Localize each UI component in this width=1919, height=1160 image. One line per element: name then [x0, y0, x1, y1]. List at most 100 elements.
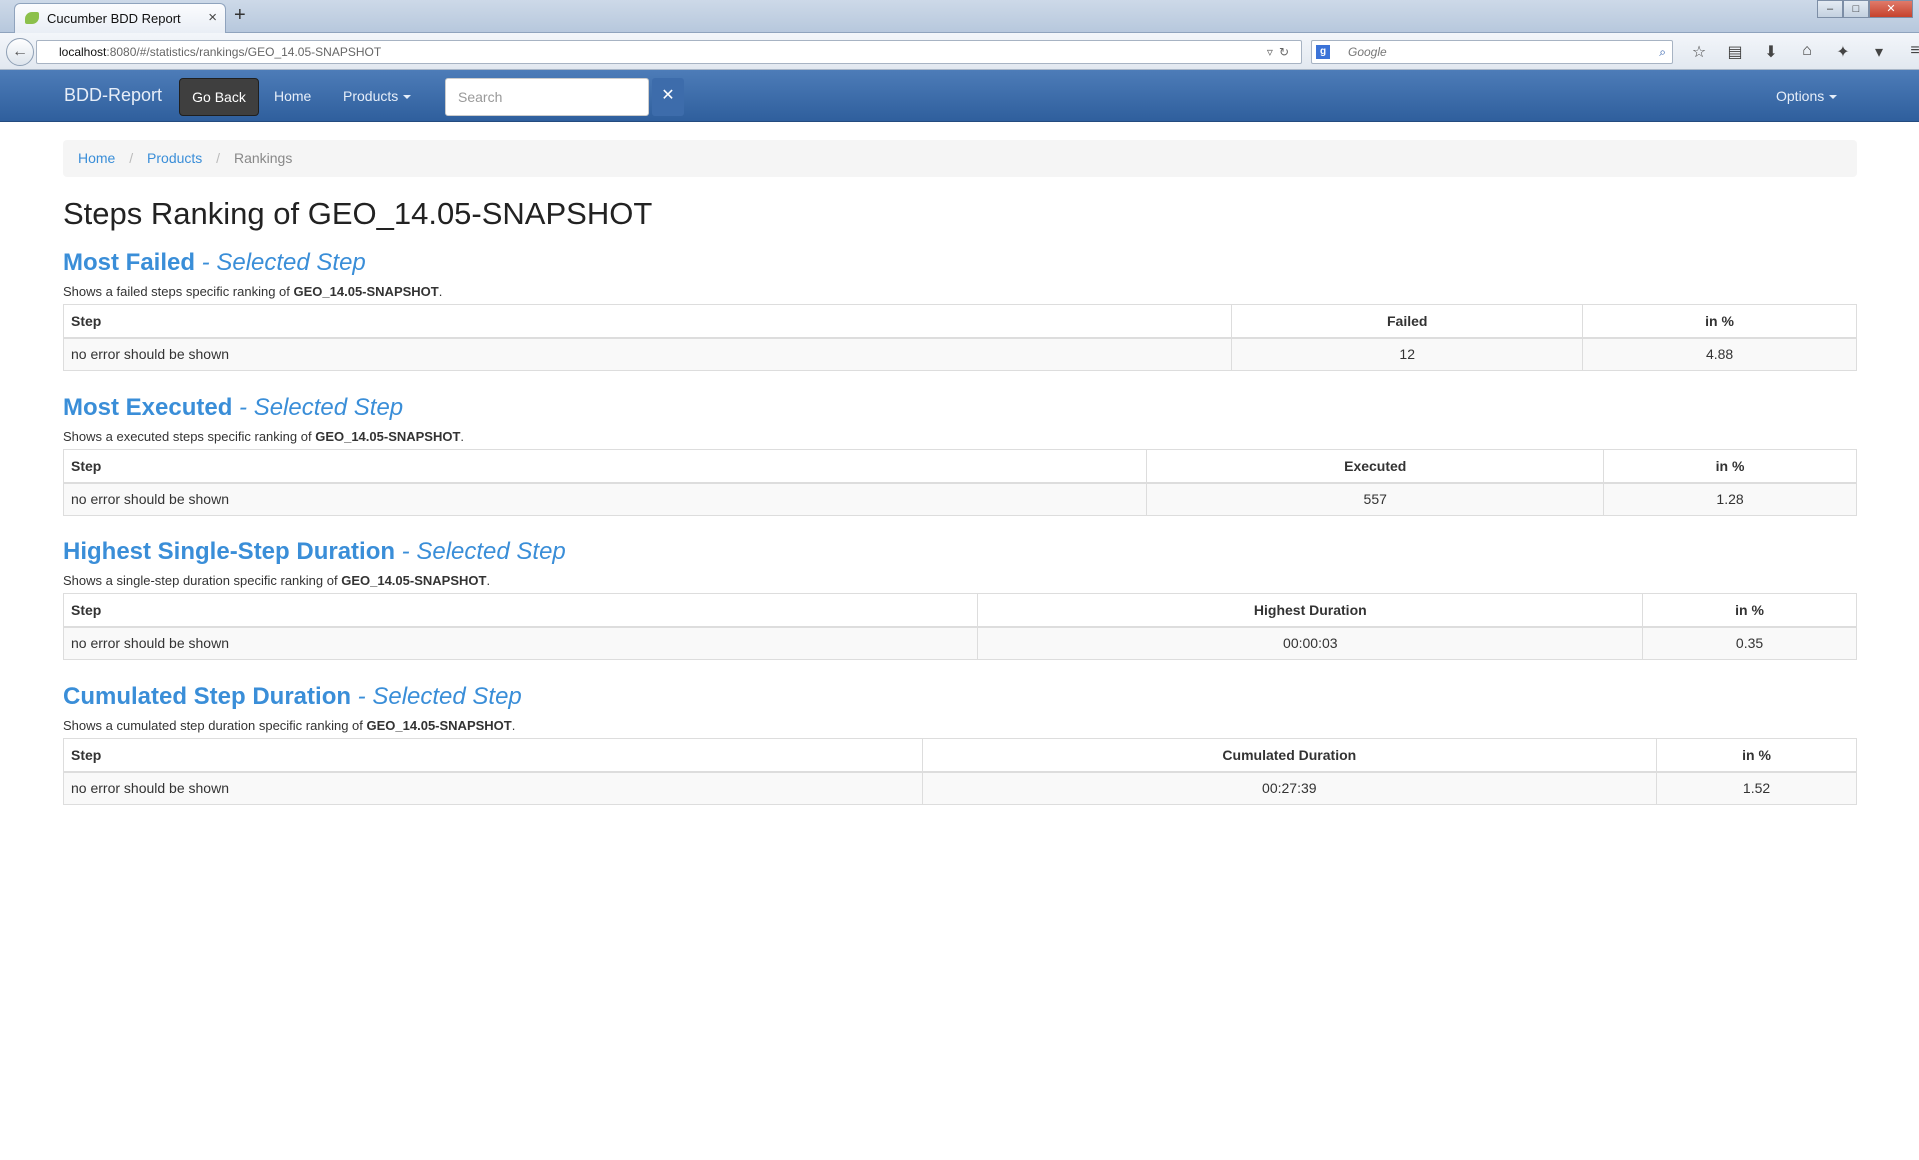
- table-header-row: Step Executed in %: [62, 449, 1857, 484]
- value-cell: 00:00:03: [977, 626, 1644, 660]
- column-header: in %: [1603, 449, 1857, 484]
- section-heading: Highest Single-Step Duration - Selected …: [63, 535, 1857, 569]
- url-host: localhost: [59, 45, 107, 59]
- breadcrumb-separator: /: [129, 150, 134, 166]
- browser-tab[interactable]: Cucumber BDD Report ×: [14, 3, 226, 33]
- desc-product: GEO_14.05-SNAPSHOT: [293, 284, 439, 299]
- search-engine-box[interactable]: g Google ⌕: [1311, 40, 1673, 64]
- ranking-table: Step Failed in % no error should be show…: [62, 304, 1857, 371]
- step-cell: no error should be shown: [63, 771, 923, 805]
- highest-single-step-duration-section: Highest Single-Step Duration - Selected …: [62, 535, 1857, 660]
- desc-product: GEO_14.05-SNAPSHOT: [341, 573, 487, 588]
- value-cell: 12: [1231, 337, 1584, 371]
- page-title: Steps Ranking of GEO_14.05-SNAPSHOT: [63, 196, 653, 231]
- back-arrow-icon[interactable]: ←: [6, 38, 34, 66]
- section-title: Highest Single-Step Duration: [63, 538, 396, 565]
- reload-icon[interactable]: ▿↻: [1267, 41, 1295, 63]
- maximize-icon[interactable]: □: [1843, 0, 1869, 18]
- section-subtitle: - Selected Step: [232, 394, 404, 421]
- breadcrumb-products[interactable]: Products: [147, 150, 202, 166]
- column-header: in %: [1582, 304, 1857, 339]
- step-cell: no error should be shown: [62, 337, 1233, 371]
- section-title: Most Executed: [63, 394, 233, 421]
- section-heading: Most Executed - Selected Step: [63, 391, 1857, 425]
- google-icon[interactable]: g: [1316, 45, 1330, 59]
- desc-product: GEO_14.05-SNAPSHOT: [366, 718, 512, 733]
- column-header: Step: [62, 449, 1148, 484]
- caret-down-icon: [403, 95, 412, 100]
- section-heading: Most Failed - Selected Step: [63, 246, 1857, 280]
- table-row[interactable]: no error should be shown 557 1.28: [62, 482, 1857, 516]
- dropdown-icon[interactable]: ▾: [1868, 42, 1890, 62]
- brand-link[interactable]: BDD-Report: [64, 85, 162, 106]
- minimize-icon[interactable]: –: [1817, 0, 1843, 18]
- column-header: Executed: [1146, 449, 1605, 484]
- most-executed-section: Most Executed - Selected Step Shows a ex…: [62, 391, 1857, 516]
- search-input[interactable]: [445, 78, 649, 116]
- browser-tabstrip: Cucumber BDD Report × + – □ ✕: [0, 0, 1919, 33]
- column-header: in %: [1642, 593, 1857, 628]
- url-path: :8080/#/statistics/rankings/GEO_14.05-SN…: [106, 45, 382, 59]
- desc-suffix: .: [486, 573, 491, 588]
- section-subtitle: - Selected Step: [195, 249, 366, 276]
- column-header: Step: [62, 593, 979, 628]
- desc-prefix: Shows a single-step duration specific ra…: [63, 573, 342, 588]
- ranking-table: Step Cumulated Duration in % no error sh…: [63, 738, 1857, 805]
- section-title: Most Failed: [63, 249, 196, 276]
- section-description: Shows a cumulated step duration specific…: [63, 716, 1857, 736]
- percent-cell: 0.35: [1642, 626, 1857, 660]
- section-subtitle: - Selected Step: [395, 538, 566, 565]
- value-cell: 00:27:39: [921, 771, 1658, 805]
- column-header: in %: [1656, 738, 1857, 773]
- menu-icon[interactable]: ≡: [1904, 42, 1919, 62]
- clear-search-icon[interactable]: ✕: [652, 78, 684, 116]
- options-label: Options: [1776, 88, 1825, 104]
- section-subtitle: - Selected Step: [351, 683, 522, 710]
- desc-product: GEO_14.05-SNAPSHOT: [315, 429, 461, 444]
- step-cell: no error should be shown: [62, 626, 979, 660]
- column-header: Step: [62, 304, 1233, 339]
- window-close-icon[interactable]: ✕: [1869, 0, 1913, 18]
- cucumber-favicon-icon: [25, 12, 39, 24]
- cumulated-step-duration-section: Cumulated Step Duration - Selected Step …: [63, 680, 1857, 805]
- toolbar-icons: ☆ ▤ ⬇ ⌂ ✦ ▾ ≡: [1688, 42, 1919, 62]
- desc-prefix: Shows a failed steps specific ranking of: [63, 284, 294, 299]
- column-header: Highest Duration: [977, 593, 1644, 628]
- most-failed-section: Most Failed - Selected Step Shows a fail…: [62, 246, 1857, 371]
- new-tab-icon[interactable]: +: [234, 4, 246, 27]
- table-row[interactable]: no error should be shown 12 4.88: [62, 337, 1857, 371]
- breadcrumb-current: Rankings: [233, 150, 293, 166]
- section-title: Cumulated Step Duration: [63, 683, 352, 710]
- home-icon[interactable]: ⌂: [1796, 42, 1818, 62]
- nav-products-dropdown[interactable]: Products: [343, 88, 412, 104]
- go-back-button[interactable]: Go Back: [179, 78, 259, 116]
- table-header-row: Step Highest Duration in %: [62, 593, 1857, 628]
- options-dropdown[interactable]: Options: [1776, 88, 1838, 104]
- column-header: Failed: [1231, 304, 1584, 339]
- nav-home-link[interactable]: Home: [274, 88, 311, 104]
- table-header-row: Step Cumulated Duration in %: [63, 738, 1857, 773]
- bookmark-star-icon[interactable]: ☆: [1688, 42, 1710, 62]
- step-cell: no error should be shown: [62, 482, 1148, 516]
- addon-icon[interactable]: ✦: [1832, 42, 1854, 62]
- desc-suffix: .: [511, 718, 516, 733]
- breadcrumb-separator: /: [216, 150, 221, 166]
- table-row[interactable]: no error should be shown 00:00:03 0.35: [62, 626, 1857, 660]
- percent-cell: 1.28: [1603, 482, 1857, 516]
- tab-title: Cucumber BDD Report: [47, 11, 181, 26]
- desc-prefix: Shows a cumulated step duration specific…: [63, 718, 367, 733]
- download-icon[interactable]: ⬇: [1760, 42, 1782, 62]
- ranking-table: Step Highest Duration in % no error shou…: [62, 593, 1857, 660]
- breadcrumb-home[interactable]: Home: [78, 150, 115, 166]
- address-bar[interactable]: localhost:8080/#/statistics/rankings/GEO…: [36, 40, 1302, 64]
- section-heading: Cumulated Step Duration - Selected Step: [63, 680, 1857, 714]
- column-header: Cumulated Duration: [921, 738, 1658, 773]
- bookmarks-list-icon[interactable]: ▤: [1724, 42, 1746, 62]
- magnifier-icon[interactable]: ⌕: [1659, 41, 1666, 63]
- section-description: Shows a single-step duration specific ra…: [63, 571, 1857, 591]
- section-description: Shows a executed steps specific ranking …: [63, 427, 1857, 447]
- table-row[interactable]: no error should be shown 00:27:39 1.52: [63, 771, 1857, 805]
- breadcrumb: Home / Products / Rankings: [63, 140, 1857, 177]
- close-tab-icon[interactable]: ×: [208, 9, 217, 26]
- ranking-table: Step Executed in % no error should be sh…: [62, 449, 1857, 516]
